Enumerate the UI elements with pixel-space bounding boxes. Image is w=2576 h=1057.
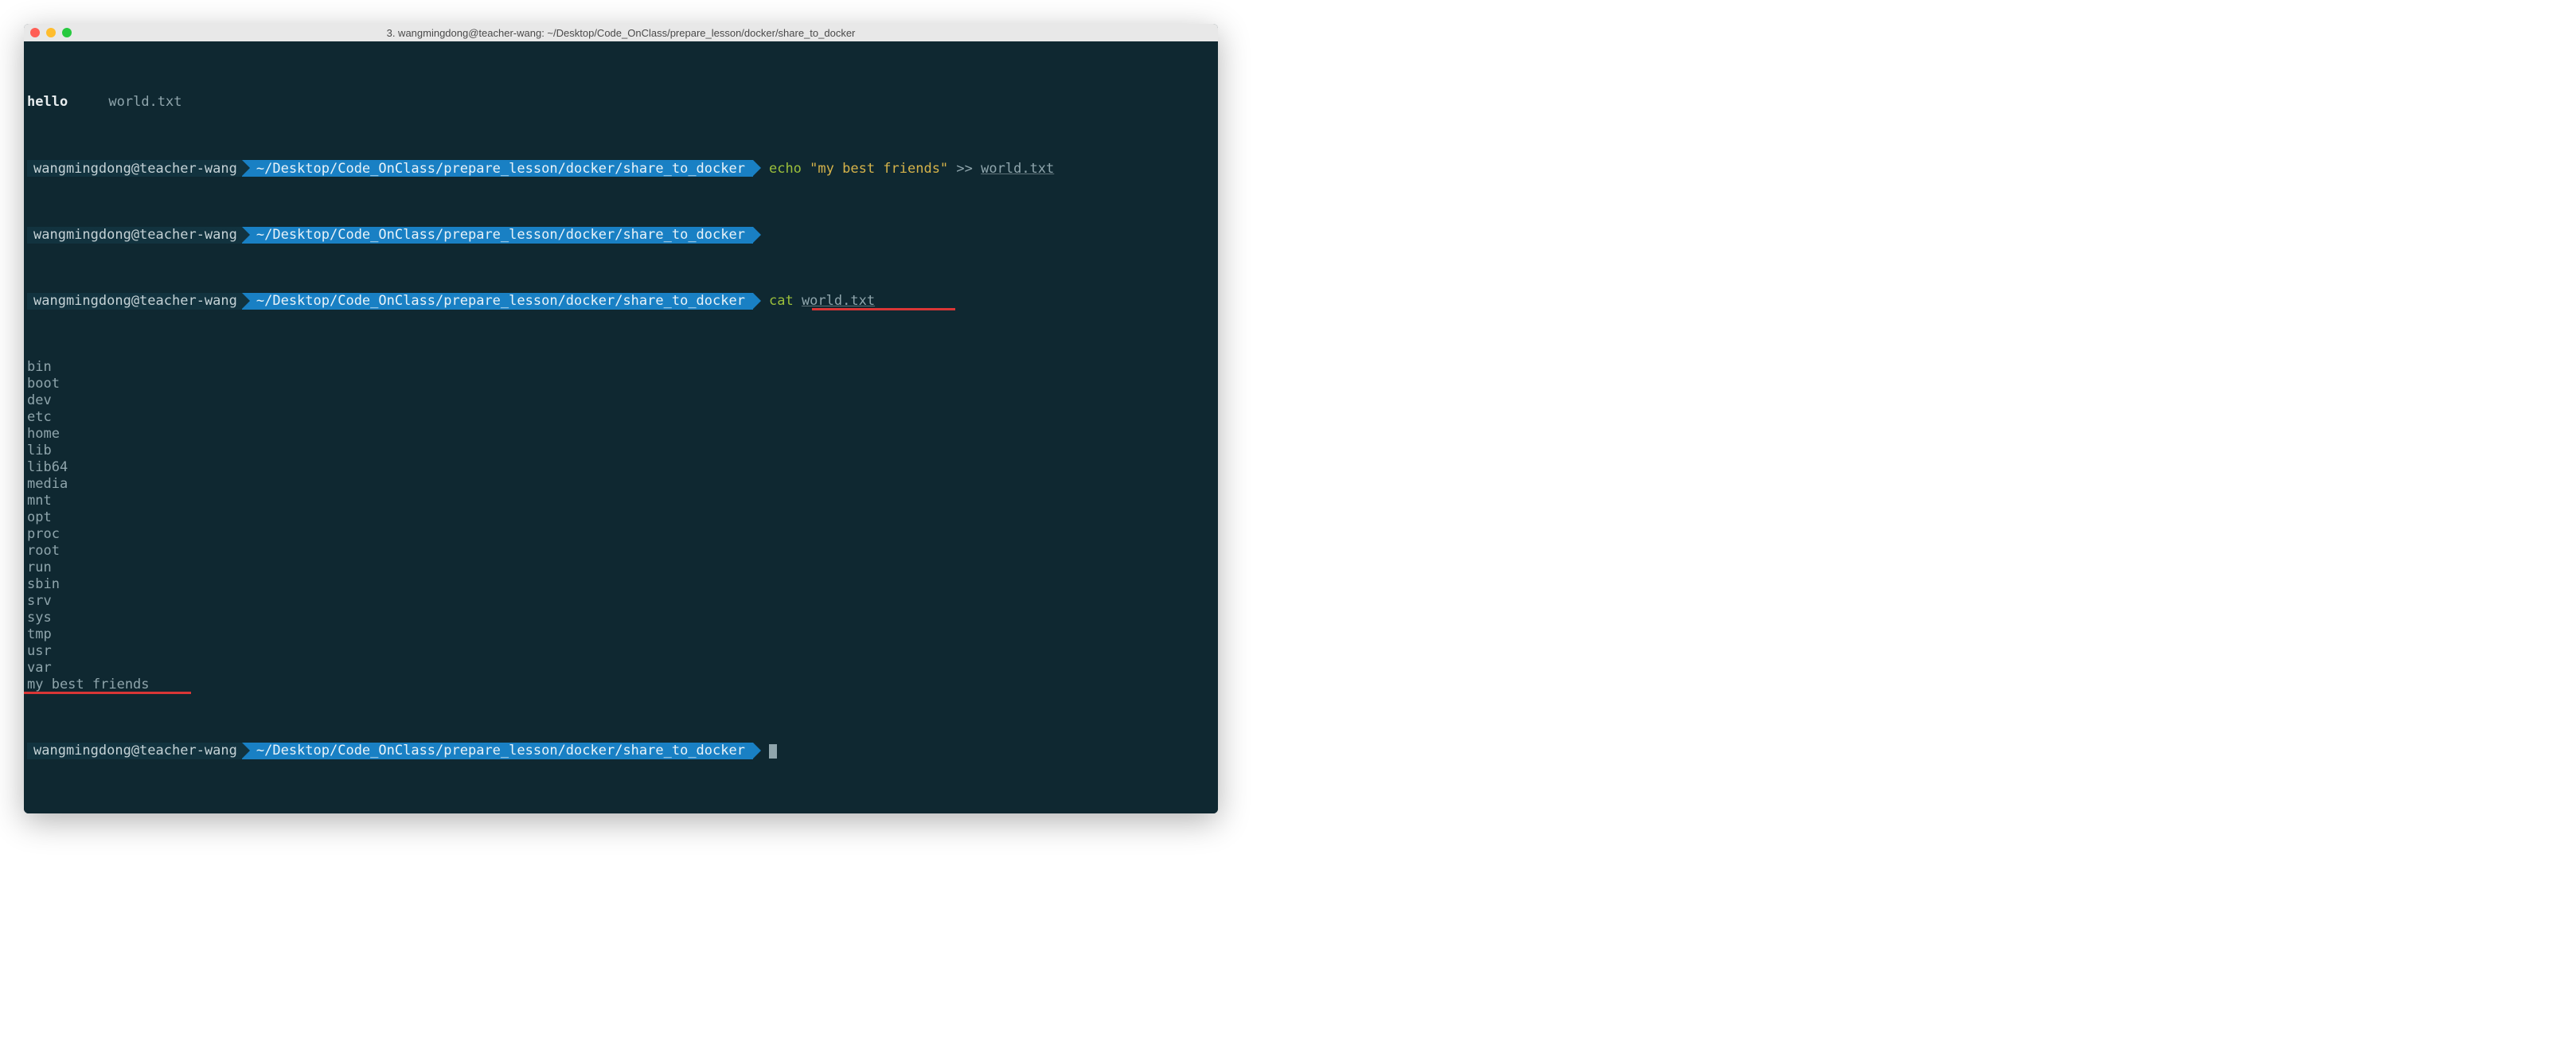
output-line: dev: [24, 392, 1218, 409]
output-line: sys: [24, 610, 1218, 626]
minimize-icon[interactable]: [46, 28, 56, 37]
annotation-underline-icon: [812, 308, 955, 310]
prompt-user-segment: wangmingdong@teacher-wang: [27, 160, 242, 177]
prompt-user-segment: wangmingdong@teacher-wang: [27, 293, 242, 310]
output-line: srv: [24, 593, 1218, 610]
output-line: usr: [24, 643, 1218, 660]
output-line: sbin: [24, 576, 1218, 593]
output-line: proc: [24, 526, 1218, 543]
output-line: etc: [24, 409, 1218, 426]
file-hello: hello: [27, 94, 68, 111]
traffic-lights: [30, 28, 72, 37]
output-line: home: [24, 426, 1218, 443]
prompt-line-current: wangmingdong@teacher-wang ~/Desktop/Code…: [24, 743, 1218, 759]
ls-output-header: hello world.txt: [24, 94, 1218, 111]
output-line: mnt: [24, 493, 1218, 509]
cat-output: binbootdevetchomeliblib64mediamntoptproc…: [24, 359, 1218, 693]
output-line: root: [24, 543, 1218, 560]
output-line: my best friends: [24, 677, 1218, 693]
window-title: 3. wangmingdong@teacher-wang: ~/Desktop/…: [387, 27, 856, 39]
zoom-icon[interactable]: [62, 28, 72, 37]
output-line: opt: [24, 509, 1218, 526]
prompt-path-segment: ~/Desktop/Code_OnClass/prepare_lesson/do…: [242, 227, 753, 244]
titlebar[interactable]: 3. wangmingdong@teacher-wang: ~/Desktop/…: [24, 24, 1218, 41]
prompt-line-empty: wangmingdong@teacher-wang ~/Desktop/Code…: [24, 227, 1218, 244]
output-line: lib: [24, 443, 1218, 459]
output-line: lib64: [24, 459, 1218, 476]
command-echo: echo "my best friends" >> world.txt: [753, 161, 1054, 177]
file-world-txt: world.txt: [108, 94, 181, 111]
output-line: tmp: [24, 626, 1218, 643]
output-line: media: [24, 476, 1218, 493]
output-line: var: [24, 660, 1218, 677]
output-line: bin: [24, 359, 1218, 376]
output-line: boot: [24, 376, 1218, 392]
terminal-body[interactable]: hello world.txt wangmingdong@teacher-wan…: [24, 41, 1218, 813]
prompt-line-echo: wangmingdong@teacher-wang ~/Desktop/Code…: [24, 160, 1218, 177]
prompt-user-segment: wangmingdong@teacher-wang: [27, 743, 242, 759]
prompt-user-segment: wangmingdong@teacher-wang: [27, 227, 242, 244]
cursor-icon[interactable]: [769, 744, 777, 759]
prompt-path-segment: ~/Desktop/Code_OnClass/prepare_lesson/do…: [242, 160, 753, 177]
close-icon[interactable]: [30, 28, 40, 37]
command-cat: cat world.txt: [753, 293, 875, 310]
terminal-window: 3. wangmingdong@teacher-wang: ~/Desktop/…: [24, 24, 1218, 813]
annotation-underline-icon: [24, 692, 191, 694]
prompt-line-cat: wangmingdong@teacher-wang ~/Desktop/Code…: [24, 293, 1218, 310]
output-line: run: [24, 560, 1218, 576]
prompt-path-segment: ~/Desktop/Code_OnClass/prepare_lesson/do…: [242, 293, 753, 310]
prompt-path-segment: ~/Desktop/Code_OnClass/prepare_lesson/do…: [242, 743, 753, 759]
